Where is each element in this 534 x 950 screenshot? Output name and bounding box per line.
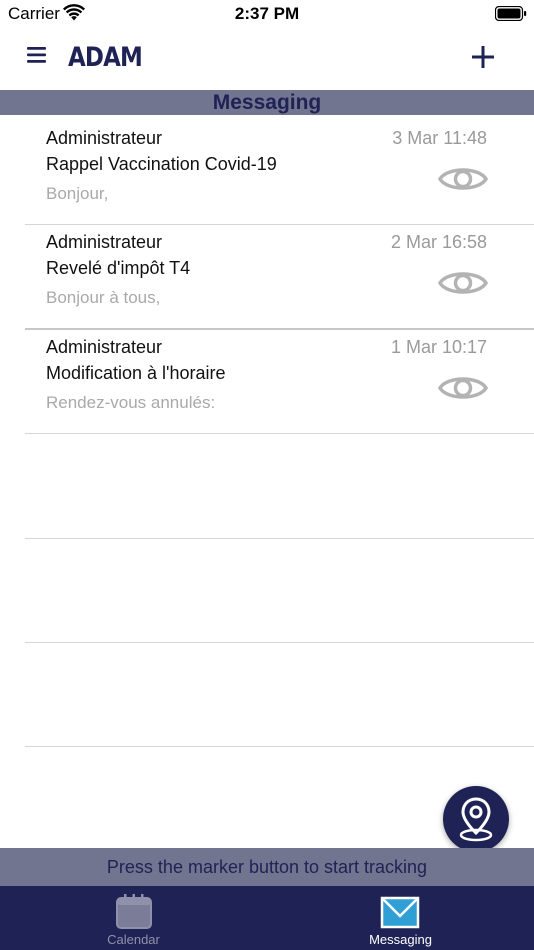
location-marker-icon	[459, 797, 493, 842]
empty-row	[0, 435, 534, 539]
tab-label: Calendar	[107, 932, 160, 947]
message-row[interactable]: Administrateur 3 Mar 11:48 Rappel Vaccin…	[0, 121, 534, 225]
eye-icon[interactable]	[437, 265, 489, 301]
eye-icon[interactable]	[437, 370, 489, 406]
start-tracking-button[interactable]	[443, 786, 509, 852]
tracking-bar: Press the marker button to start trackin…	[0, 848, 534, 886]
message-sender: Administrateur	[46, 232, 163, 252]
tab-bar: Calendar Messaging	[0, 886, 534, 950]
section-header: Messaging	[0, 90, 534, 115]
battery-icon	[495, 6, 527, 21]
tab-calendar[interactable]: Calendar	[0, 886, 267, 950]
nav-bar: ADAM	[0, 28, 534, 90]
message-preview: Rendez-vous annulés:	[46, 393, 216, 412]
message-date: 2 Mar 16:58	[390, 232, 487, 252]
plus-icon[interactable]	[470, 44, 496, 70]
hamburger-menu-icon[interactable]	[26, 45, 48, 65]
mail-icon	[380, 896, 420, 929]
page-title: Messaging	[212, 91, 322, 114]
message-sender: Administrateur	[46, 128, 163, 148]
row-divider	[25, 433, 534, 434]
message-sender: Administrateur	[46, 337, 163, 357]
row-divider	[25, 746, 534, 747]
message-row[interactable]: Administrateur 2 Mar 16:58 Revelé d'impô…	[0, 225, 534, 330]
tab-label: Messaging	[369, 932, 432, 947]
message-row[interactable]: Administrateur 1 Mar 10:17 Modification …	[0, 330, 534, 434]
status-bar: Carrier 2:37 PM	[0, 0, 534, 28]
message-date: 3 Mar 11:48	[392, 128, 487, 148]
message-list[interactable]: Administrateur 3 Mar 11:48 Rappel Vaccin…	[0, 115, 534, 848]
eye-icon[interactable]	[437, 161, 489, 197]
message-preview: Bonjour à tous,	[46, 288, 161, 307]
tab-messaging[interactable]: Messaging	[267, 886, 534, 950]
calendar-icon	[116, 894, 152, 929]
message-preview: Bonjour,	[46, 184, 109, 203]
empty-row	[0, 643, 534, 747]
message-subject: Modification à l'horaire	[46, 363, 226, 383]
tracking-hint: Press the marker button to start trackin…	[106, 857, 428, 877]
message-subject: Rappel Vaccination Covid-19	[46, 154, 277, 174]
message-subject: Revelé d'impôt T4	[46, 258, 191, 278]
app-logo: ADAM	[68, 42, 143, 73]
message-date: 1 Mar 10:17	[390, 337, 487, 357]
status-time: 2:37 PM	[234, 4, 300, 23]
empty-row	[0, 539, 534, 643]
